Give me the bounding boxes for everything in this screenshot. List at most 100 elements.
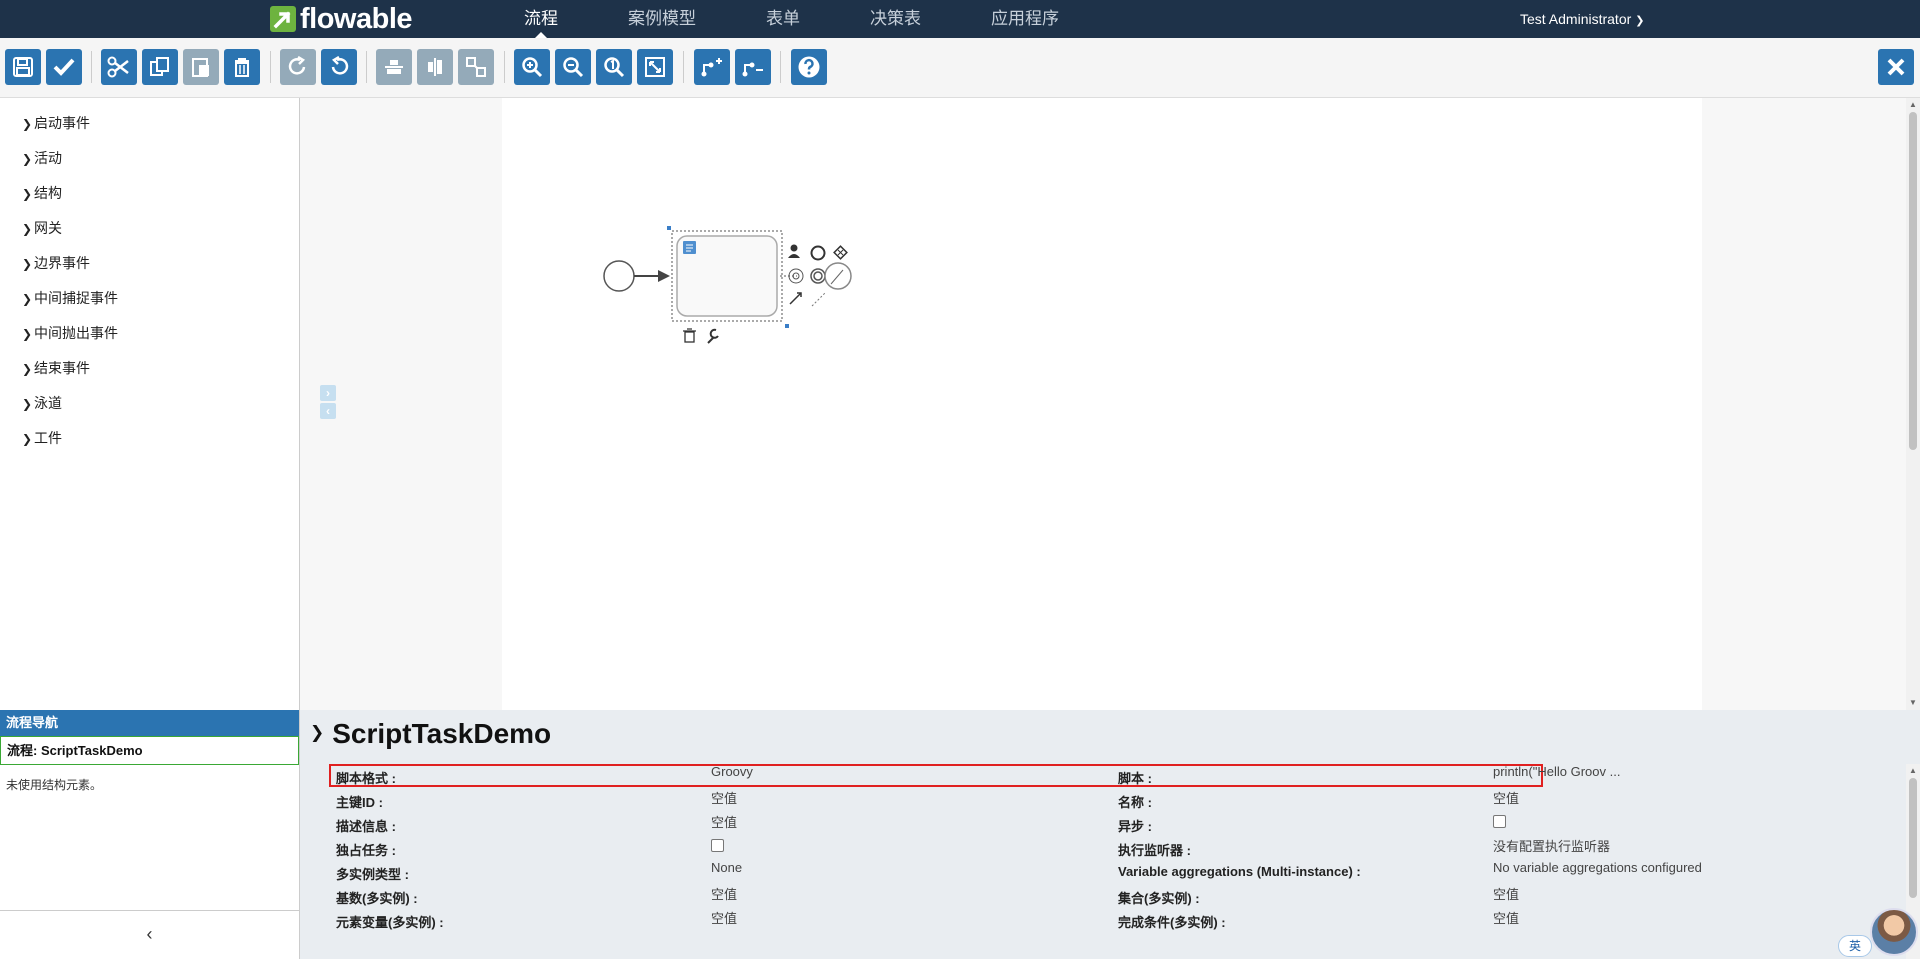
nav-forms[interactable]: 表单	[766, 0, 800, 38]
property-label: 脚本 :	[1118, 771, 1152, 786]
validate-button[interactable]	[46, 49, 82, 85]
wrench-icon	[707, 328, 719, 344]
help-icon	[798, 56, 820, 78]
remove-bendpoint-icon	[742, 62, 763, 77]
start-event	[603, 260, 635, 292]
cut-button[interactable]	[101, 49, 137, 85]
flowable-logo-icon	[270, 6, 296, 32]
align-vertical-icon	[428, 58, 442, 76]
same-size-button[interactable]	[458, 49, 494, 85]
nav-case-model[interactable]: 案例模型	[628, 0, 696, 38]
collapse-navigator-button[interactable]: ‹	[0, 910, 299, 959]
nav-process[interactable]: 流程	[524, 0, 558, 38]
toolbar-divider	[366, 51, 367, 83]
property-value-variable-aggregations[interactable]: No variable aggregations configured	[1493, 860, 1702, 875]
scroll-up-icon[interactable]: ▲	[1909, 100, 1917, 109]
user-menu[interactable]: Test Administrator ❯	[1520, 0, 1644, 38]
navigator-title: 流程导航	[0, 710, 299, 736]
property-value-name[interactable]: 空值	[1493, 788, 1519, 807]
diagram-canvas[interactable]	[502, 98, 1702, 710]
zoom-in-button[interactable]	[514, 49, 550, 85]
property-label: 完成条件(多实例) :	[1118, 915, 1226, 930]
chevron-right-icon: ❯	[22, 222, 33, 236]
chevron-right-icon: ❯	[22, 152, 33, 166]
property-value-multi-instance-type[interactable]: None	[711, 860, 742, 875]
add-bendpoint-button[interactable]	[694, 49, 730, 85]
chevron-left-icon: ‹	[146, 924, 153, 944]
chevron-down-icon: ❯	[310, 722, 325, 742]
property-value-collection[interactable]: 空值	[1493, 884, 1519, 903]
property-value-completion-condition[interactable]: 空值	[1493, 908, 1519, 927]
property-label: 执行监听器 :	[1118, 843, 1191, 858]
remove-bendpoint-button[interactable]	[735, 49, 771, 85]
close-editor-button[interactable]	[1878, 49, 1914, 85]
palette-group-intermediate-throwing-events[interactable]: ❯ 中间抛出事件	[22, 323, 118, 343]
align-horizontal-button[interactable]	[376, 49, 412, 85]
async-checkbox[interactable]	[1493, 815, 1506, 828]
collapse-palette-button[interactable]: ‹	[320, 403, 336, 419]
property-row: 脚本格式 : Groovy 脚本 : println("Hello Groov …	[300, 764, 1906, 788]
expand-palette-button[interactable]: ›	[320, 385, 336, 401]
chevron-right-icon: ›	[326, 386, 330, 400]
scrollbar-thumb[interactable]	[1909, 112, 1917, 450]
zoom-actual-button[interactable]	[596, 49, 632, 85]
chevron-right-icon: ❯	[22, 257, 33, 271]
zoom-out-button[interactable]	[555, 49, 591, 85]
scroll-down-icon[interactable]: ▼	[1909, 698, 1917, 707]
palette-group-artifacts[interactable]: ❯ 工件	[22, 428, 62, 448]
toolbar-divider	[91, 51, 92, 83]
exclusive-checkbox[interactable]	[711, 839, 724, 852]
top-navbar: flowable 流程 案例模型 表单 决策表 应用程序 Test Admini…	[0, 0, 1920, 38]
zoom-fit-button[interactable]	[637, 49, 673, 85]
navigator-empty-text: 未使用结构元素。	[6, 778, 103, 792]
chevron-right-icon: ❯	[22, 397, 33, 411]
property-value-element-variable[interactable]: 空值	[711, 908, 737, 927]
nav-apps[interactable]: 应用程序	[991, 0, 1059, 38]
property-value-execution-listeners[interactable]: 没有配置执行监听器	[1493, 836, 1610, 855]
scroll-up-icon[interactable]: ▲	[1909, 766, 1917, 775]
redo-icon	[288, 56, 306, 75]
delete-button[interactable]	[224, 49, 260, 85]
toolbar-divider	[504, 51, 505, 83]
property-value-documentation[interactable]: 空值	[711, 812, 737, 831]
property-value-id[interactable]: 空值	[711, 788, 737, 807]
association-icon	[811, 291, 827, 307]
zoom-out-icon	[563, 57, 584, 78]
palette-group-intermediate-catching-events[interactable]: ❯ 中间捕捉事件	[22, 288, 118, 308]
property-value-cardinality[interactable]: 空值	[711, 884, 737, 903]
avatar[interactable]	[1870, 908, 1918, 956]
scrollbar-thumb[interactable]	[1909, 778, 1917, 898]
palette-group-end-events[interactable]: ❯ 结束事件	[22, 358, 90, 378]
save-icon	[13, 57, 33, 77]
properties-panel: ❯ ScriptTaskDemo 脚本格式 : Groovy 脚本 : print…	[300, 710, 1920, 959]
navigator-process-item[interactable]: 流程: ScriptTaskDemo	[0, 736, 299, 765]
properties-header[interactable]: ❯ ScriptTaskDemo	[310, 718, 551, 750]
help-button[interactable]	[791, 49, 827, 85]
property-label: 基数(多实例) :	[336, 891, 418, 906]
palette-group-start-events[interactable]: ❯ 启动事件	[22, 113, 90, 133]
palette-group-structural[interactable]: ❯ 结构	[22, 183, 62, 203]
save-button[interactable]	[5, 49, 41, 85]
property-value-script[interactable]: println("Hello Groov ...	[1493, 764, 1620, 779]
palette-group-activities[interactable]: ❯ 活动	[22, 148, 62, 168]
copy-button[interactable]	[142, 49, 178, 85]
paste-button[interactable]	[183, 49, 219, 85]
properties-grid: 脚本格式 : Groovy 脚本 : println("Hello Groov …	[300, 764, 1906, 959]
palette-group-swimlanes[interactable]: ❯ 泳道	[22, 393, 62, 413]
ime-indicator[interactable]: 英	[1838, 935, 1872, 957]
property-value-script-format[interactable]: Groovy	[711, 764, 753, 779]
redo-button[interactable]	[280, 49, 316, 85]
flowable-logo[interactable]: flowable	[270, 4, 413, 34]
align-vertical-button[interactable]	[417, 49, 453, 85]
undo-button[interactable]	[321, 49, 357, 85]
property-label: Variable aggregations (Multi-instance) :	[1118, 864, 1361, 879]
chevron-right-icon: ❯	[22, 187, 33, 201]
property-label: 脚本格式 :	[336, 771, 396, 786]
palette-group-boundary-events[interactable]: ❯ 边界事件	[22, 253, 90, 273]
chevron-right-icon: ❯	[22, 327, 33, 341]
nav-decision-table[interactable]: 决策表	[870, 0, 921, 38]
palette-group-gateways[interactable]: ❯ 网关	[22, 218, 62, 238]
sequence-flow-arrowhead	[658, 270, 670, 282]
canvas-scrollbar[interactable]: ▲ ▼	[1906, 98, 1920, 710]
chevron-right-icon: ❯	[22, 292, 33, 306]
